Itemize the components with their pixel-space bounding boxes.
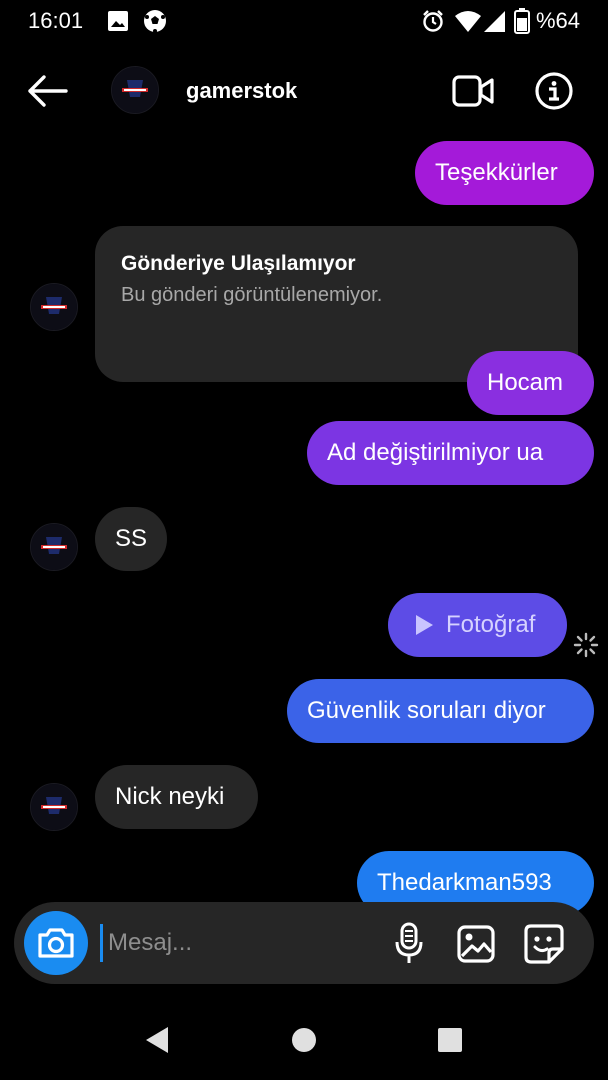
message-bubble-received[interactable]: SS (95, 507, 167, 571)
unavailable-post-subtitle: Bu gönderi görüntülenemiyor. (121, 284, 383, 306)
back-arrow-icon[interactable] (26, 74, 68, 108)
chat-username[interactable]: gamerstok (186, 78, 297, 104)
message-bubble-received[interactable]: Nick neyki (95, 765, 258, 829)
sending-spinner-icon (573, 632, 599, 658)
info-icon[interactable] (534, 71, 574, 111)
alarm-icon (423, 10, 443, 32)
soccer-ball-icon (144, 10, 166, 33)
camera-icon (38, 928, 74, 958)
gamerstok-logo-icon (31, 284, 77, 330)
nav-home-icon[interactable] (290, 1026, 318, 1054)
play-icon (416, 615, 433, 635)
text-caret (100, 924, 103, 962)
camera-button[interactable] (24, 911, 88, 975)
microphone-icon[interactable] (394, 922, 424, 966)
video-call-icon[interactable] (452, 74, 494, 108)
battery-percentage: %64 (536, 8, 581, 33)
wifi-icon (455, 11, 481, 32)
nav-back-icon[interactable] (144, 1025, 170, 1055)
sender-avatar[interactable] (30, 283, 78, 331)
status-time: 16:01 (28, 8, 84, 33)
message-bubble-sent[interactable]: Güvenlik soruları diyor (287, 679, 594, 743)
battery-icon (514, 8, 530, 34)
nav-recents-icon[interactable] (437, 1027, 463, 1053)
gamerstok-logo-icon (31, 524, 77, 570)
message-bubble-sent[interactable]: Hocam (467, 351, 594, 415)
unavailable-post-title: Gönderiye Ulaşılamıyor (121, 252, 356, 275)
photo-message-bubble[interactable]: Fotoğraf (388, 593, 567, 657)
sender-avatar[interactable] (30, 523, 78, 571)
header-avatar[interactable] (111, 66, 159, 114)
message-composer: Mesaj... (14, 902, 594, 984)
sender-avatar[interactable] (30, 783, 78, 831)
message-bubble-sent[interactable]: Ad değiştirilmiyor ua (307, 421, 594, 485)
message-bubble-sent[interactable]: Teşekkürler (415, 141, 594, 205)
gallery-notification-icon (108, 11, 128, 31)
gallery-icon[interactable] (456, 924, 496, 964)
cell-signal-icon (484, 11, 505, 32)
sticker-icon[interactable] (523, 923, 565, 965)
message-input[interactable]: Mesaj... (108, 929, 192, 957)
photo-label: Fotoğraf (446, 611, 536, 638)
gamerstok-logo-icon (31, 784, 77, 830)
gamerstok-logo-icon (112, 67, 158, 113)
